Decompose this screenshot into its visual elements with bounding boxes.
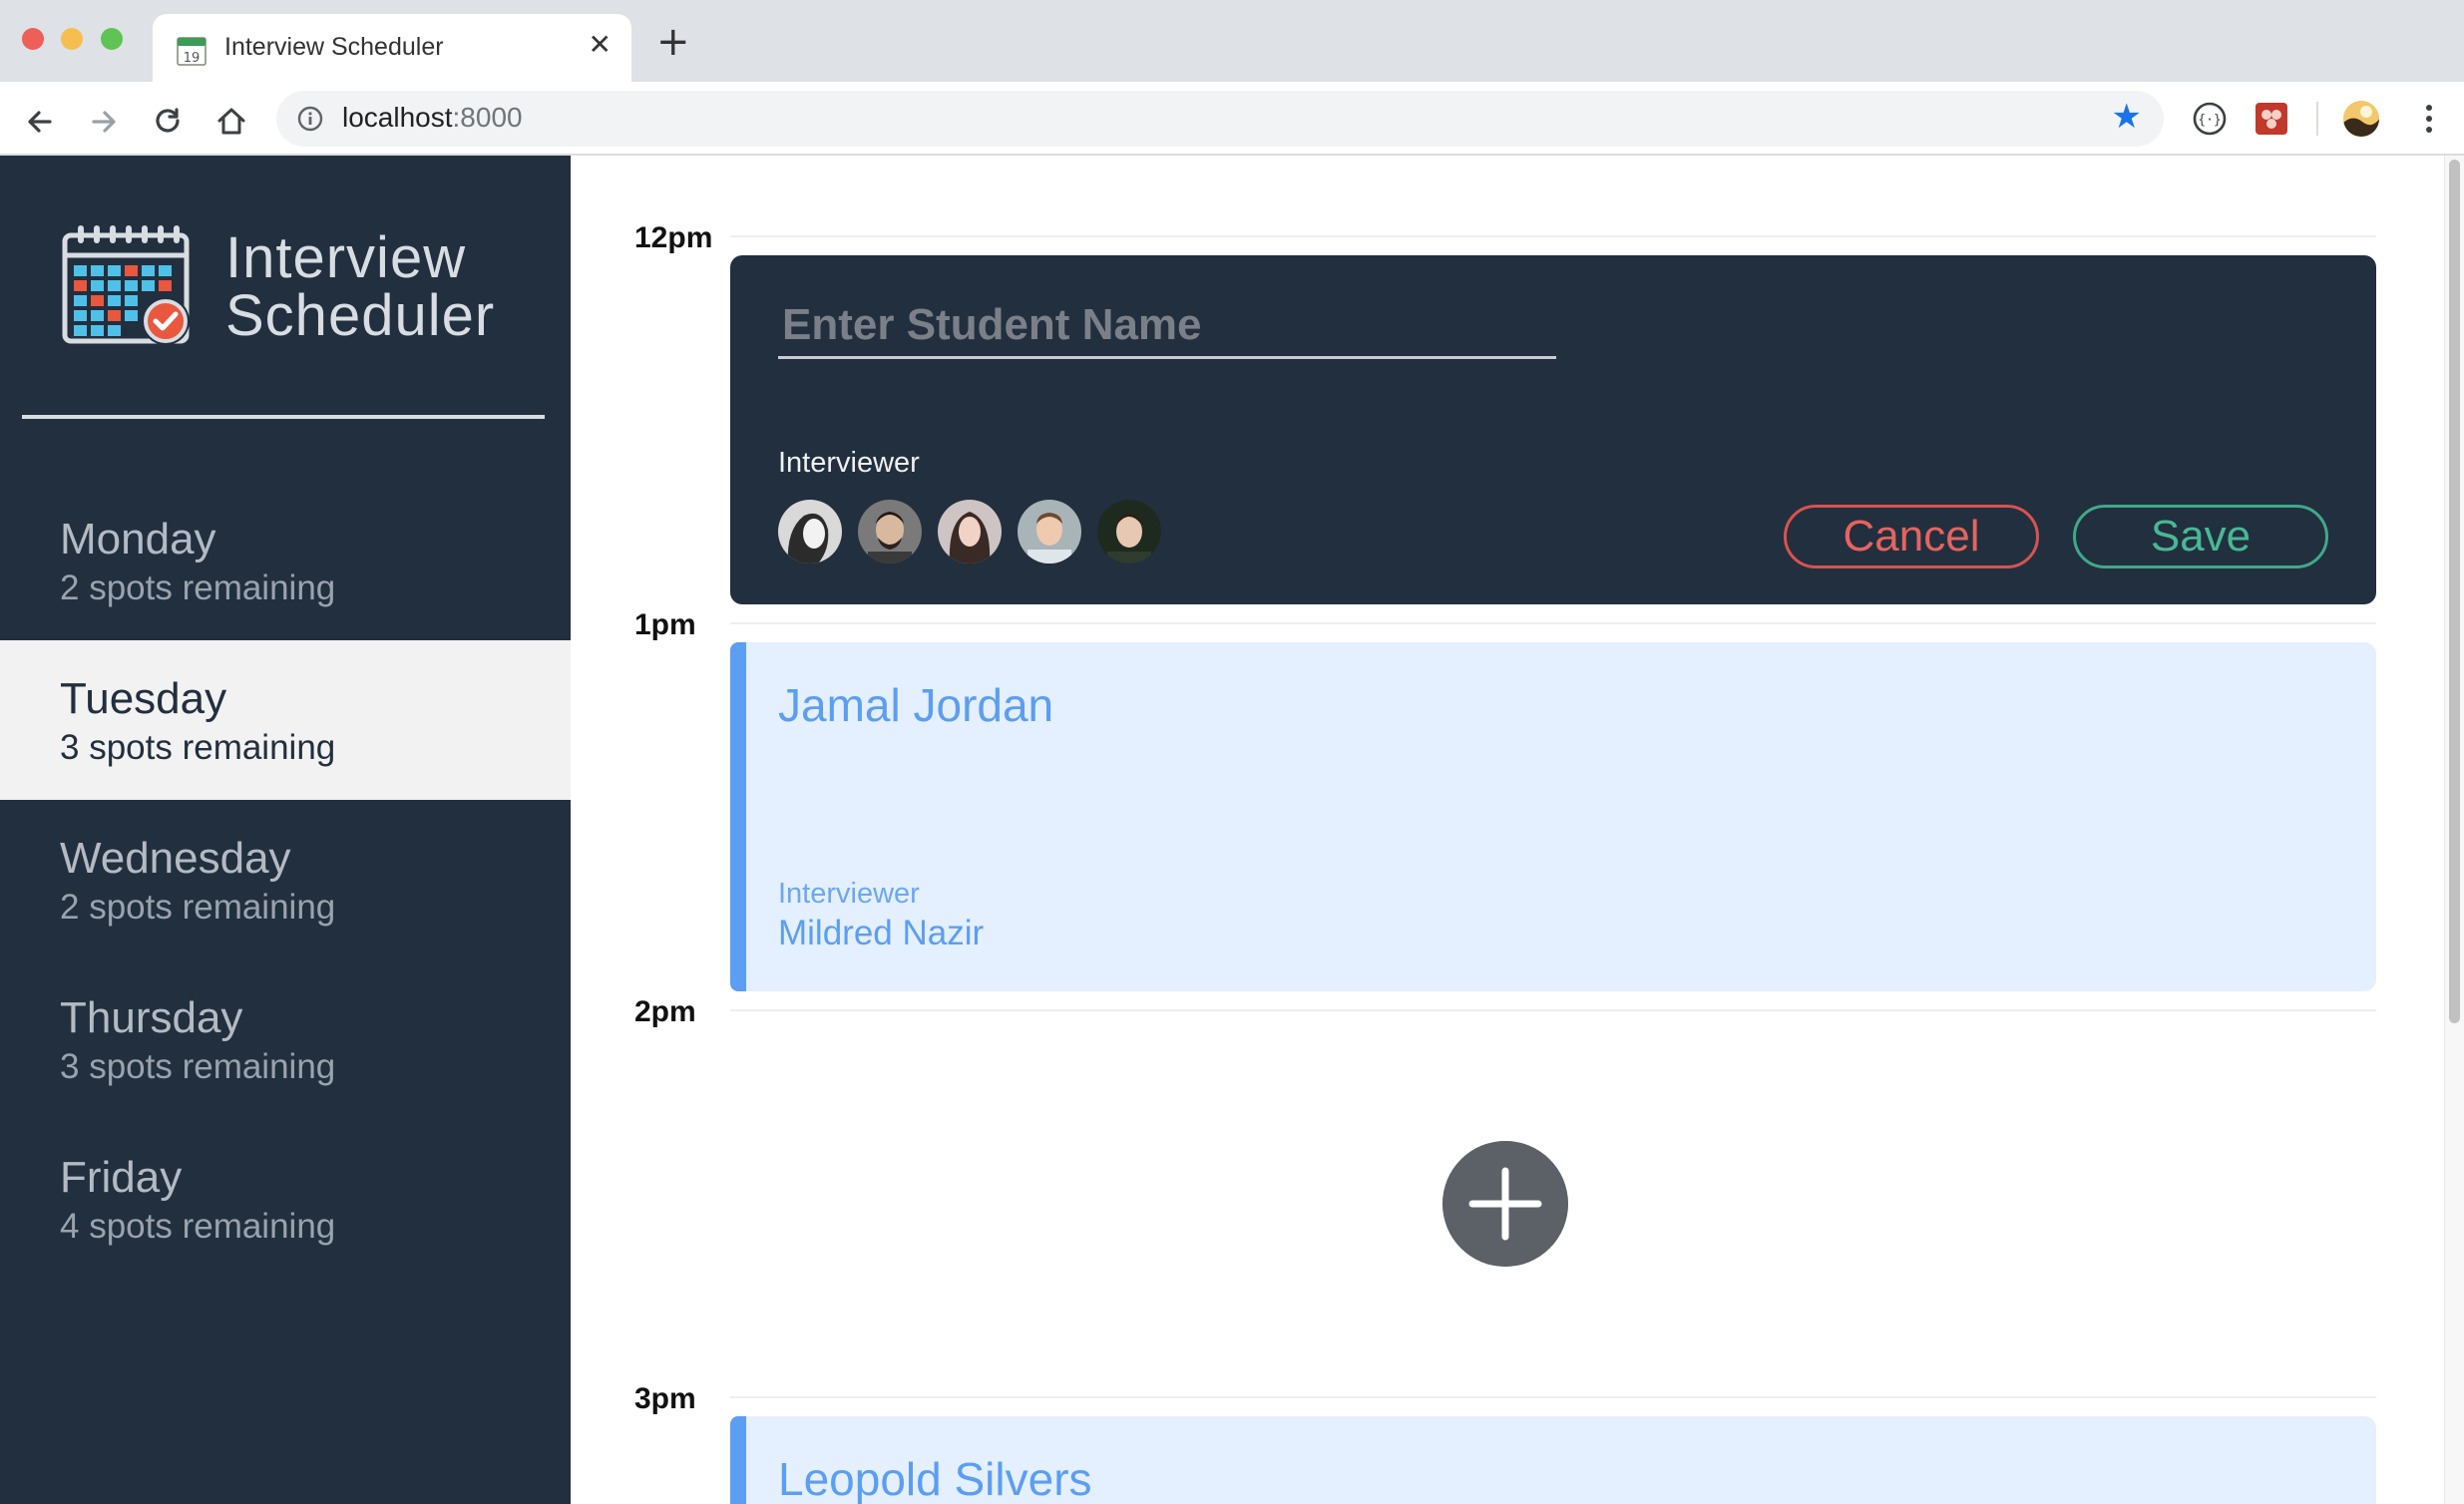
day-item-thursday[interactable]: Thursday 3 spots remaining	[0, 959, 571, 1119]
svg-text:{·}: {·}	[2198, 113, 2221, 128]
reload-icon[interactable]	[150, 104, 186, 140]
time-label-1pm: 1pm	[634, 608, 696, 641]
time-label-2pm: 2pm	[634, 995, 696, 1028]
browser-menu-icon[interactable]	[2410, 100, 2448, 138]
day-name: Thursday	[60, 993, 243, 1042]
day-name: Wednesday	[60, 834, 291, 883]
toolbar-divider	[2316, 102, 2318, 136]
window-minimize-button[interactable]	[61, 28, 83, 50]
time-divider	[730, 1396, 2376, 1398]
appointment-accent	[730, 642, 746, 991]
new-tab-button[interactable]: +	[656, 22, 690, 62]
window-close-button[interactable]	[22, 28, 44, 50]
day-spots: 4 spots remaining	[60, 1207, 336, 1246]
home-icon[interactable]	[213, 104, 249, 140]
time-label-12pm: 12pm	[634, 221, 713, 254]
appointment-card[interactable]: Leopold Silvers	[730, 1416, 2376, 1504]
app-title: Interview Scheduler	[225, 225, 496, 348]
appointment-form: Interviewer	[730, 255, 2376, 604]
day-item-friday[interactable]: Friday 4 spots remaining	[0, 1119, 571, 1279]
interviewer-label: Interviewer	[778, 447, 920, 479]
time-divider	[730, 622, 2376, 624]
day-spots: 2 spots remaining	[60, 568, 336, 607]
appointment-accent	[730, 1416, 746, 1504]
day-item-monday[interactable]: Monday 2 spots remaining	[0, 481, 571, 640]
interviewer-avatar-3[interactable]	[938, 500, 1002, 564]
day-name: Monday	[60, 515, 216, 564]
profile-avatar-icon[interactable]	[2342, 100, 2380, 138]
extension-red-icon[interactable]	[2253, 100, 2290, 138]
day-name: Friday	[60, 1153, 183, 1202]
add-appointment-button[interactable]	[1442, 1141, 1568, 1267]
appointment-card[interactable]: Jamal Jordan Interviewer Mildred Nazir	[730, 642, 2376, 991]
interviewer-avatar-5[interactable]	[1097, 500, 1161, 564]
scrollbar-thumb[interactable]	[2449, 160, 2460, 1023]
day-item-wednesday[interactable]: Wednesday 2 spots remaining	[0, 800, 571, 959]
appointment-student: Leopold Silvers	[778, 1453, 1092, 1504]
extension-json-icon[interactable]: {·}	[2191, 100, 2229, 138]
calendar-logo-icon	[62, 225, 190, 345]
address-bar[interactable]: localhost:8000 ★	[276, 91, 2164, 147]
svg-text:19: 19	[184, 51, 201, 66]
time-divider	[730, 1009, 2376, 1011]
site-info-icon[interactable]	[296, 105, 324, 133]
appointment-student: Jamal Jordan	[778, 679, 1054, 731]
back-arrow-icon[interactable]	[22, 104, 58, 140]
day-item-tuesday[interactable]: Tuesday 3 spots remaining	[0, 640, 571, 800]
interviewer-avatar-1[interactable]	[778, 500, 842, 564]
appointment-interviewer-label: Interviewer	[778, 878, 920, 910]
time-divider	[730, 235, 2376, 237]
day-spots: 2 spots remaining	[60, 888, 336, 927]
sidebar: Interview Scheduler Monday 2 spots remai…	[0, 156, 571, 1504]
window-zoom-button[interactable]	[101, 28, 123, 50]
url-text: localhost:8000	[342, 102, 523, 133]
interviewer-avatar-4[interactable]	[1018, 500, 1081, 564]
forward-arrow-icon[interactable]	[86, 104, 122, 140]
tab-close-icon[interactable]: ✕	[589, 28, 612, 61]
tab-title: Interview Scheduler	[224, 33, 444, 61]
day-spots: 3 spots remaining	[60, 1047, 336, 1086]
sidebar-divider	[22, 415, 545, 419]
browser-tab-strip: 19 Interview Scheduler ✕ +	[0, 0, 2464, 82]
day-name: Tuesday	[60, 674, 227, 723]
cancel-button[interactable]: Cancel	[1784, 505, 2039, 568]
interviewer-list	[778, 500, 1161, 564]
save-button[interactable]: Save	[2073, 505, 2328, 568]
student-name-input[interactable]	[778, 293, 1556, 359]
interviewer-avatar-2[interactable]	[858, 500, 922, 564]
appointment-interviewer: Mildred Nazir	[778, 914, 985, 952]
browser-toolbar: localhost:8000 ★ {·}	[0, 82, 2464, 156]
time-label-3pm: 3pm	[634, 1382, 696, 1415]
browser-tab-active[interactable]: 19 Interview Scheduler ✕	[153, 14, 631, 82]
day-spots: 3 spots remaining	[60, 728, 336, 767]
calendar-favicon-icon: 19	[177, 37, 206, 66]
bookmark-star-icon[interactable]: ★	[2112, 100, 2142, 134]
